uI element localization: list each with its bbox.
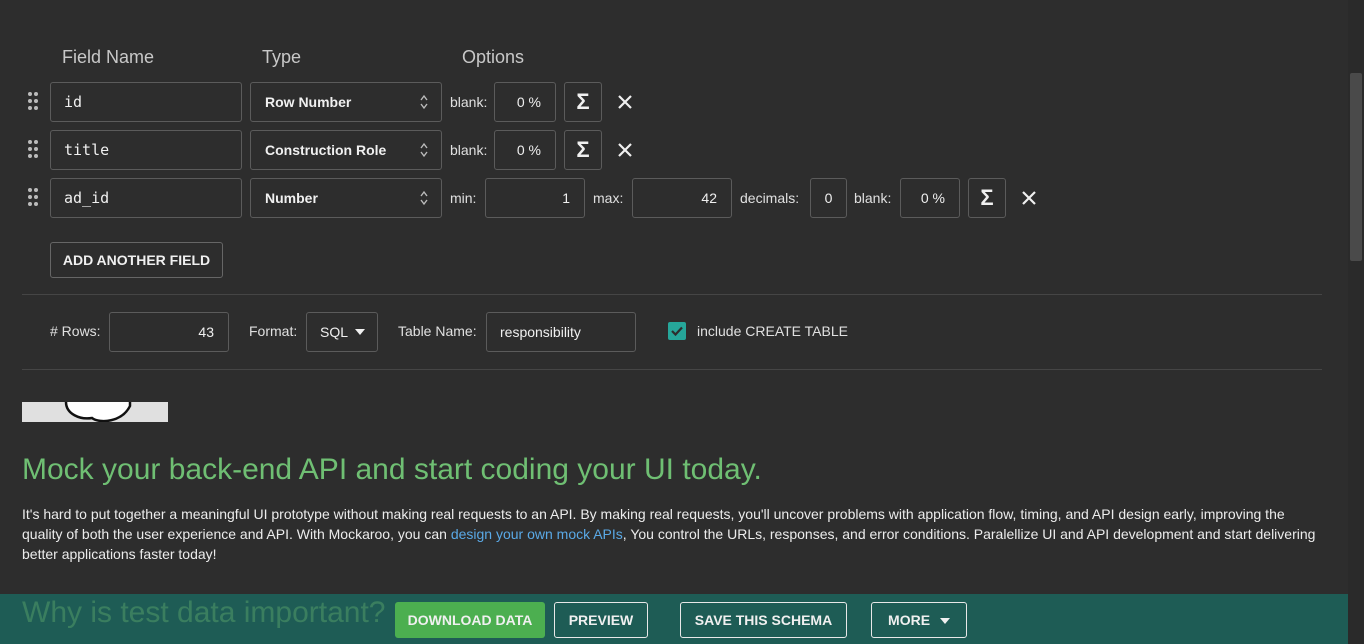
type-select-value: Row Number xyxy=(265,94,352,110)
sigma-formula-button[interactable]: Σ xyxy=(564,82,602,122)
divider xyxy=(22,294,1322,295)
download-data-button[interactable]: DOWNLOAD DATA xyxy=(395,602,545,638)
table-name-input[interactable]: responsibility xyxy=(486,312,636,352)
field-name-input[interactable]: title xyxy=(50,130,242,170)
create-table-label: include CREATE TABLE xyxy=(697,323,848,339)
sigma-formula-button[interactable]: Σ xyxy=(968,178,1006,218)
more-label: MORE xyxy=(888,612,931,628)
blank-label: blank: xyxy=(450,94,488,110)
blank-percent-input[interactable]: 0 % xyxy=(900,178,960,218)
scrollbar-thumb[interactable] xyxy=(1350,73,1362,261)
format-select[interactable]: SQL xyxy=(306,312,378,352)
blank-label: blank: xyxy=(854,190,892,206)
max-input[interactable]: 42 xyxy=(632,178,732,218)
select-arrows-icon xyxy=(420,94,428,110)
divider xyxy=(22,369,1322,370)
checkmark-icon xyxy=(671,326,683,337)
select-arrows-icon xyxy=(420,190,428,206)
min-input[interactable]: 1 xyxy=(485,178,585,218)
max-label: max: xyxy=(593,190,624,206)
save-schema-button[interactable]: SAVE THIS SCHEMA xyxy=(680,602,847,638)
scrollbar[interactable] xyxy=(1348,0,1364,644)
drag-handle-icon[interactable] xyxy=(27,92,41,112)
field-name-header: Field Name xyxy=(62,47,155,67)
preview-button[interactable]: PREVIEW xyxy=(554,602,648,638)
blank-label: blank: xyxy=(450,142,488,158)
close-icon[interactable] xyxy=(1019,188,1039,208)
table-name-label: Table Name: xyxy=(398,323,477,339)
type-header: Type xyxy=(262,47,302,67)
design-mock-apis-link[interactable]: design your own mock APIs xyxy=(451,526,623,542)
field-name-input[interactable]: ad_id xyxy=(50,178,242,218)
promo-paragraph: It's hard to put together a meaningful U… xyxy=(22,504,1322,564)
create-table-checkbox[interactable] xyxy=(668,322,686,340)
blank-percent-input[interactable]: 0 % xyxy=(494,82,556,122)
decimals-input[interactable]: 0 xyxy=(810,178,847,218)
add-another-field-button[interactable]: ADD ANOTHER FIELD xyxy=(50,242,223,278)
caret-down-icon xyxy=(939,618,950,625)
cloud-illustration xyxy=(22,402,168,422)
select-arrows-icon xyxy=(420,142,428,158)
format-label: Format: xyxy=(249,323,298,339)
close-icon[interactable] xyxy=(615,92,635,112)
close-icon[interactable] xyxy=(615,140,635,160)
rows-input[interactable]: 43 xyxy=(109,312,229,352)
sigma-formula-button[interactable]: Σ xyxy=(564,130,602,170)
options-header: Options xyxy=(462,47,525,67)
footer-action-bar: Why is test data important? DOWNLOAD DAT… xyxy=(0,594,1348,644)
field-name-input[interactable]: id xyxy=(50,82,242,122)
type-select[interactable]: Number xyxy=(250,178,442,218)
section-heading: Why is test data important? xyxy=(22,596,386,629)
type-select[interactable]: Row Number xyxy=(250,82,442,122)
drag-handle-icon[interactable] xyxy=(27,140,41,160)
blank-percent-input[interactable]: 0 % xyxy=(494,130,556,170)
type-select-value: Construction Role xyxy=(265,142,387,158)
caret-down-icon xyxy=(355,329,365,335)
type-select[interactable]: Construction Role xyxy=(250,130,442,170)
promo-heading: Mock your back-end API and start coding … xyxy=(22,453,762,486)
format-select-value: SQL xyxy=(320,324,349,340)
type-select-value: Number xyxy=(265,190,318,206)
cloud-icon xyxy=(64,402,132,422)
rows-label: # Rows: xyxy=(50,323,101,339)
drag-handle-icon[interactable] xyxy=(27,188,41,208)
more-button[interactable]: MORE xyxy=(871,602,967,638)
min-label: min: xyxy=(450,190,477,206)
decimals-label: decimals: xyxy=(740,190,800,206)
